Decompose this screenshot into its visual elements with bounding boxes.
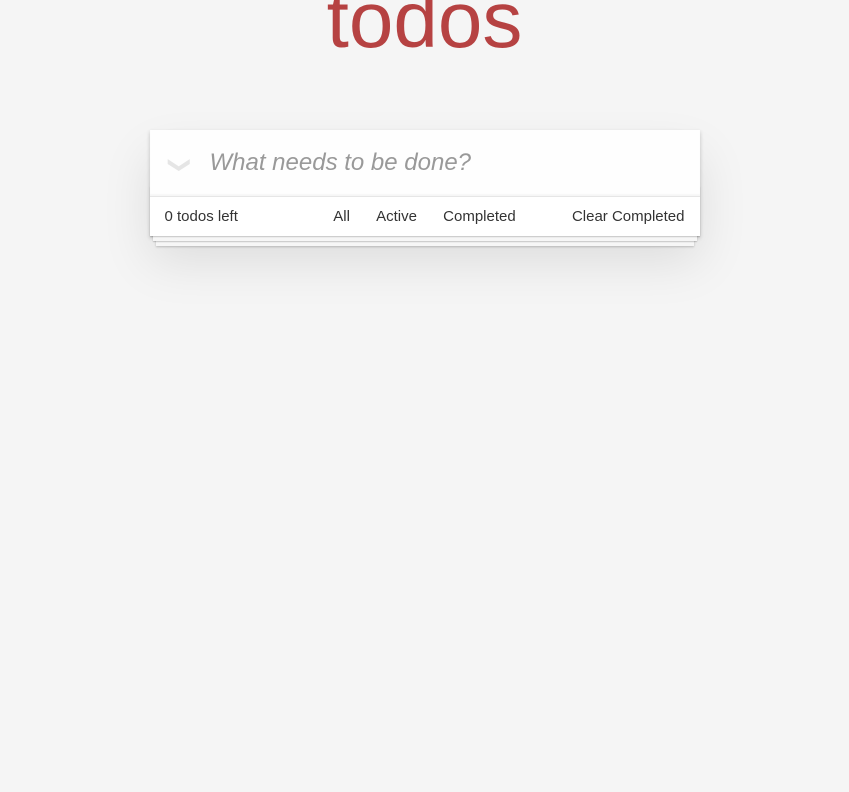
filter-active[interactable]: Active: [368, 204, 425, 229]
app-title: todos: [150, 10, 700, 30]
clear-completed-button[interactable]: Clear Completed: [572, 207, 685, 227]
footer: 0 todos left All Active Completed Clear …: [150, 196, 700, 236]
todo-app: todos 0 todos left All Active Completed …: [150, 130, 700, 236]
filter-completed[interactable]: Completed: [435, 204, 524, 229]
filter-all[interactable]: All: [325, 204, 358, 229]
